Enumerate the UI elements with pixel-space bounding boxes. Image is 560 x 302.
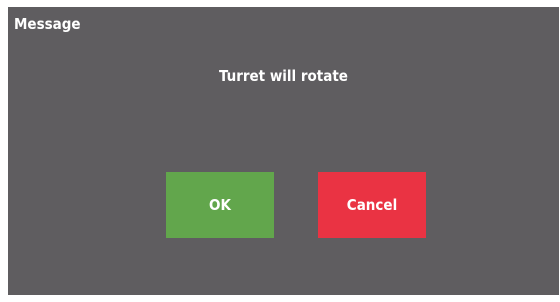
message-dialog: Message Turret will rotate OK Cancel: [8, 7, 559, 295]
cancel-button[interactable]: Cancel: [318, 172, 426, 238]
dialog-message: Turret will rotate: [219, 67, 348, 85]
cancel-button-label: Cancel: [346, 196, 398, 214]
ok-button-label: OK: [209, 196, 231, 214]
dialog-title: Message: [14, 15, 81, 33]
ok-button[interactable]: OK: [166, 172, 274, 238]
